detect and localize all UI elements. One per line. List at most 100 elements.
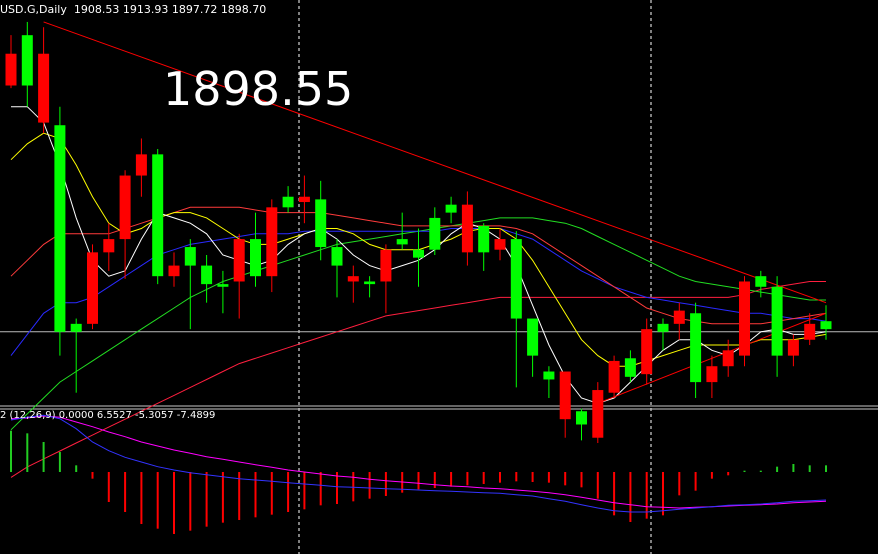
macd-histogram-bar bbox=[156, 472, 159, 529]
candle-body bbox=[673, 310, 685, 324]
candle-body bbox=[168, 265, 180, 277]
macd-histogram-bar bbox=[466, 472, 469, 486]
candle-body bbox=[331, 247, 343, 266]
macd-histogram-bar bbox=[221, 472, 224, 523]
candle-body bbox=[119, 175, 131, 240]
candle-body bbox=[510, 239, 522, 319]
macd-histogram-bar bbox=[482, 472, 485, 484]
candle-body bbox=[461, 204, 473, 253]
candle-body bbox=[21, 35, 33, 86]
candle-body bbox=[250, 239, 261, 277]
macd-histogram-bar bbox=[808, 465, 811, 472]
macd-histogram-bar bbox=[580, 472, 583, 488]
price-label: 1898.55 bbox=[163, 62, 354, 116]
candle-body bbox=[38, 53, 50, 123]
candle-body bbox=[641, 329, 653, 375]
macd-histogram-bar bbox=[10, 430, 12, 472]
candle-body bbox=[478, 225, 490, 253]
candle-body bbox=[413, 249, 424, 258]
macd-histogram-bar bbox=[336, 472, 338, 504]
ohlc-values: 1908.53 1913.93 1897.72 1898.70 bbox=[73, 3, 267, 16]
macd-histogram-bar bbox=[75, 465, 78, 472]
candle-body bbox=[739, 281, 750, 356]
candle-body bbox=[543, 371, 555, 380]
macd-histogram-bar bbox=[287, 472, 290, 512]
macd-histogram-bar bbox=[710, 472, 713, 479]
candle-body bbox=[559, 371, 571, 420]
macd-histogram-bar bbox=[531, 472, 534, 482]
macd-histogram-bar bbox=[433, 472, 436, 488]
macd-histogram-bar bbox=[613, 472, 616, 516]
ma-long-line bbox=[10, 281, 826, 478]
candle-body bbox=[706, 366, 718, 383]
macd-histogram-bar bbox=[417, 472, 420, 490]
candle-body bbox=[804, 323, 816, 340]
macd-histogram-bar bbox=[140, 472, 143, 524]
macd-signal-line bbox=[10, 415, 827, 509]
candle-body bbox=[184, 247, 196, 266]
macd-histogram-bar bbox=[189, 472, 192, 531]
candle-body bbox=[54, 125, 66, 332]
candle-body bbox=[755, 276, 767, 287]
macd-histogram-bar bbox=[270, 472, 273, 515]
macd-histogram-bar bbox=[825, 465, 827, 472]
macd-histogram-bar bbox=[678, 472, 681, 496]
macd-histogram-bar bbox=[319, 472, 322, 506]
candle-body bbox=[233, 239, 245, 282]
candle-body bbox=[771, 286, 783, 356]
candle-body bbox=[657, 323, 669, 332]
candle-body bbox=[364, 281, 376, 285]
macd-histogram-bar bbox=[776, 466, 779, 472]
symbol-header: USD.G,Daily 1908.53 1913.93 1897.72 1898… bbox=[0, 3, 266, 16]
macd-header: 2 (12,26,9) 0.0000 6.5527 -5.3057 -7.489… bbox=[0, 410, 216, 421]
candle-body bbox=[608, 360, 620, 393]
candle-body bbox=[315, 199, 327, 248]
candle-body bbox=[380, 249, 392, 282]
macd-histogram-bar bbox=[173, 472, 175, 534]
macd-histogram-bar bbox=[352, 472, 355, 502]
macd-histogram-bar bbox=[727, 472, 730, 476]
macd-histogram-bar bbox=[368, 472, 371, 499]
macd-histogram-bar bbox=[596, 472, 599, 499]
candle-body bbox=[787, 339, 799, 356]
macd-histogram-bar bbox=[384, 472, 387, 496]
candle-body bbox=[70, 323, 82, 332]
macd-histogram-bar bbox=[694, 472, 697, 491]
candle-body bbox=[5, 53, 17, 86]
macd-histogram-bar bbox=[107, 472, 110, 502]
macd-histogram-bar bbox=[58, 452, 61, 472]
macd-histogram-bar bbox=[450, 472, 453, 487]
candle-body bbox=[103, 239, 115, 253]
macd-histogram-bar bbox=[515, 472, 518, 482]
candle-body bbox=[820, 321, 832, 330]
candle-body bbox=[282, 196, 294, 208]
chart-canvas bbox=[0, 0, 878, 554]
macd-histogram-bar bbox=[499, 472, 501, 483]
candle-body bbox=[624, 358, 636, 377]
candle-body bbox=[527, 318, 539, 356]
macd-histogram-bar bbox=[205, 472, 208, 527]
candle-body bbox=[135, 154, 147, 176]
symbol-label: USD.G,Daily bbox=[0, 3, 67, 16]
macd-histogram-bar bbox=[42, 442, 45, 472]
candle-body bbox=[396, 239, 408, 245]
macd-histogram-bar bbox=[547, 472, 550, 483]
candle-body bbox=[266, 207, 278, 277]
candle-body bbox=[494, 239, 506, 250]
candle-body bbox=[445, 204, 457, 213]
macd-histogram-bar bbox=[124, 472, 127, 512]
candle-body bbox=[592, 390, 604, 438]
candle-body bbox=[690, 313, 702, 383]
candle-body bbox=[152, 154, 164, 277]
macd-histogram-bar bbox=[303, 472, 306, 510]
macd-histogram-bar bbox=[629, 472, 632, 522]
macd-histogram-bar bbox=[254, 472, 257, 518]
candle-body bbox=[576, 411, 587, 425]
macd-histogram-bar bbox=[26, 433, 29, 472]
macd-main-line bbox=[10, 414, 827, 513]
macd-histogram-bar bbox=[792, 464, 795, 472]
macd-histogram-bar bbox=[759, 470, 762, 472]
candle-body bbox=[722, 350, 734, 367]
macd-histogram-bar bbox=[91, 472, 94, 479]
macd-histogram-bar bbox=[743, 470, 746, 472]
